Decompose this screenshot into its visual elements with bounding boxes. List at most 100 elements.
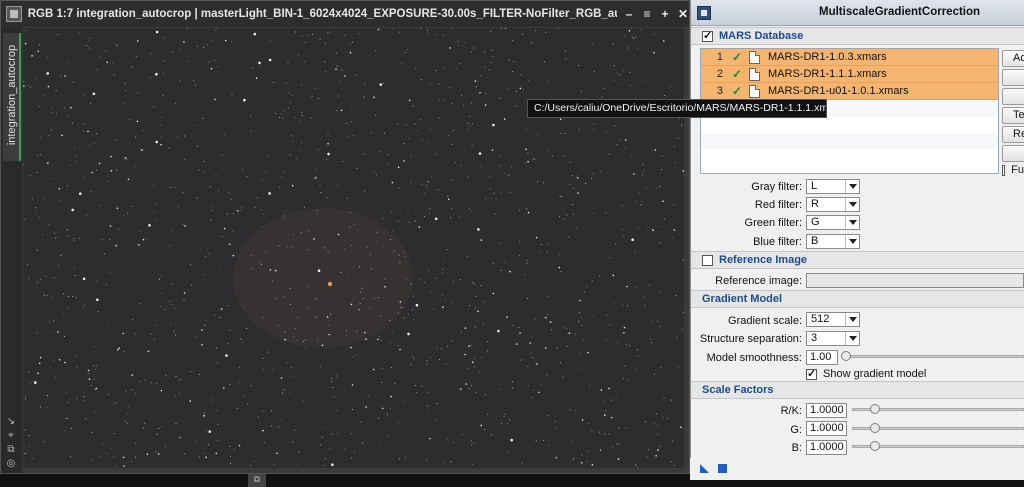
test-button[interactable]: Te [1002, 107, 1024, 124]
check-icon[interactable]: ✓ [727, 50, 747, 64]
chevron-down-icon [845, 216, 859, 229]
file-icon [749, 50, 760, 64]
reference-image-field[interactable] [806, 273, 1024, 288]
chevron-down-icon [845, 313, 859, 326]
section-label: Reference Image [719, 254, 808, 266]
fu-option[interactable]: Fu [1002, 164, 1024, 176]
file-path-tooltip: C:/Users/caliu/OneDrive/Escritorio/MARS/… [527, 99, 827, 118]
close-icon[interactable]: ✕ [677, 7, 689, 21]
workspace: RGB 1:7 integration_autocrop | masterLig… [0, 0, 1024, 487]
g-slider-handle[interactable] [870, 423, 880, 433]
section-label: Scale Factors [702, 384, 774, 396]
g-input[interactable]: 1.0000 [806, 421, 847, 436]
empty-row [701, 133, 998, 149]
side-tab-label: integration_autocrop [6, 44, 18, 146]
side-button-6[interactable] [1002, 145, 1024, 162]
model-smoothness-input[interactable]: 1.00 [806, 350, 838, 365]
arrow-tool-icon[interactable]: ↘ [4, 416, 18, 427]
gradient-scale-label: Gradient scale: [728, 315, 802, 327]
window-controls: – ≡ + ✕ [623, 7, 689, 21]
gray-filter-value: L [811, 180, 818, 192]
section-label: MARS Database [719, 30, 804, 42]
remove-button[interactable]: Re [1002, 126, 1024, 143]
empty-row [701, 117, 998, 133]
gradient-scale-select[interactable]: 512 [806, 312, 860, 327]
empty-row [701, 149, 998, 165]
rk-input[interactable]: 1.0000 [806, 403, 847, 418]
green-filter-select[interactable]: G [806, 215, 860, 230]
shade-icon[interactable]: ≡ [641, 7, 653, 21]
section-gradient-model[interactable]: Gradient Model [691, 290, 1024, 308]
model-smoothness-slider-handle[interactable] [841, 351, 851, 361]
rk-slider-handle[interactable] [870, 404, 880, 414]
model-smoothness-label: Model smoothness: [706, 352, 802, 364]
check-icon[interactable]: ✓ [727, 67, 747, 81]
reference-image-checkbox[interactable] [702, 254, 713, 266]
new-instance-icon[interactable] [700, 464, 709, 473]
structure-separation-label: Structure separation: [699, 333, 802, 345]
bottom-clone-icon[interactable]: ⧉ [248, 474, 266, 487]
reference-image-label: Reference image: [715, 275, 802, 287]
clone-tool-icon[interactable]: ⧉ [4, 444, 18, 455]
list-item[interactable]: 2 ✓ MARS-DR1-1.1.1.xmars [701, 66, 998, 83]
image-canvas[interactable] [23, 28, 684, 468]
row-index: 1 [716, 51, 723, 63]
chevron-down-icon [845, 332, 859, 345]
gray-filter-label: Gray filter: [751, 181, 802, 193]
show-gradient-model-checkbox[interactable] [806, 367, 817, 380]
maximize-icon[interactable]: + [659, 7, 671, 21]
side-button-2[interactable] [1002, 69, 1024, 86]
show-gradient-model-option[interactable]: Show gradient model [806, 367, 926, 381]
file-icon [749, 84, 760, 98]
section-reference-image[interactable]: Reference Image [691, 251, 1024, 269]
mars-database-checkbox[interactable] [702, 29, 713, 42]
minimize-icon[interactable]: – [623, 7, 635, 21]
row-index: 2 [716, 68, 723, 80]
structure-separation-value: 3 [811, 332, 818, 344]
blue-filter-select[interactable]: B [806, 234, 860, 249]
gray-filter-select[interactable]: L [806, 179, 860, 194]
chevron-down-icon [845, 198, 859, 211]
process-icon [697, 6, 711, 20]
view-side-tabs: integration_autocrop ↘ ⌖ ⧉ ◎ [1, 27, 22, 473]
add-button[interactable]: Ac [1002, 50, 1024, 67]
target-tool-icon[interactable]: ⌖ [4, 430, 18, 441]
file-name: MARS-DR1-1.0.3.xmars [768, 51, 887, 63]
g-label: G: [790, 424, 802, 436]
file-icon [749, 67, 760, 81]
list-item[interactable]: 3 ✓ MARS-DR1-u01-1.0.1.xmars [701, 83, 998, 100]
rk-label: R/K: [780, 405, 802, 417]
green-filter-value: G [811, 216, 820, 228]
image-window-title: RGB 1:7 integration_autocrop | masterLig… [27, 8, 617, 20]
b-label: B: [791, 442, 802, 454]
fu-label: Fu [1011, 164, 1024, 176]
b-input[interactable]: 1.0000 [806, 440, 847, 455]
model-smoothness-slider[interactable] [844, 355, 1024, 358]
file-name: MARS-DR1-u01-1.0.1.xmars [768, 85, 909, 97]
section-scale-factors[interactable]: Scale Factors [691, 381, 1024, 399]
check-icon[interactable]: ✓ [727, 84, 747, 98]
b-slider-handle[interactable] [870, 441, 880, 451]
image-window-icon [6, 6, 22, 22]
apply-icon[interactable] [718, 464, 727, 473]
red-filter-label: Red filter: [754, 199, 802, 211]
structure-separation-select[interactable]: 3 [806, 331, 860, 346]
gradient-scale-value: 512 [811, 313, 830, 325]
circle-tool-icon[interactable]: ◎ [4, 458, 18, 469]
fu-checkbox[interactable] [1002, 164, 1006, 176]
green-filter-label: Green filter: [744, 217, 802, 229]
image-window: RGB 1:7 integration_autocrop | masterLig… [0, 0, 690, 474]
dialog-title: MultiscaleGradientCorrection [819, 6, 981, 18]
red-filter-select[interactable]: R [806, 197, 860, 212]
star-field-image [23, 28, 684, 468]
chevron-down-icon [845, 180, 859, 193]
section-mars-database[interactable]: MARS Database [691, 27, 1024, 45]
dialog-titlebar[interactable]: MultiscaleGradientCorrection [691, 0, 1024, 26]
chevron-down-icon [845, 235, 859, 248]
section-label: Gradient Model [702, 293, 783, 305]
row-index: 3 [716, 85, 723, 97]
list-item[interactable]: 1 ✓ MARS-DR1-1.0.3.xmars [701, 49, 998, 66]
image-window-titlebar[interactable]: RGB 1:7 integration_autocrop | masterLig… [1, 1, 689, 27]
side-button-3[interactable] [1002, 88, 1024, 105]
tab-integration-autocrop[interactable]: integration_autocrop [3, 33, 21, 161]
